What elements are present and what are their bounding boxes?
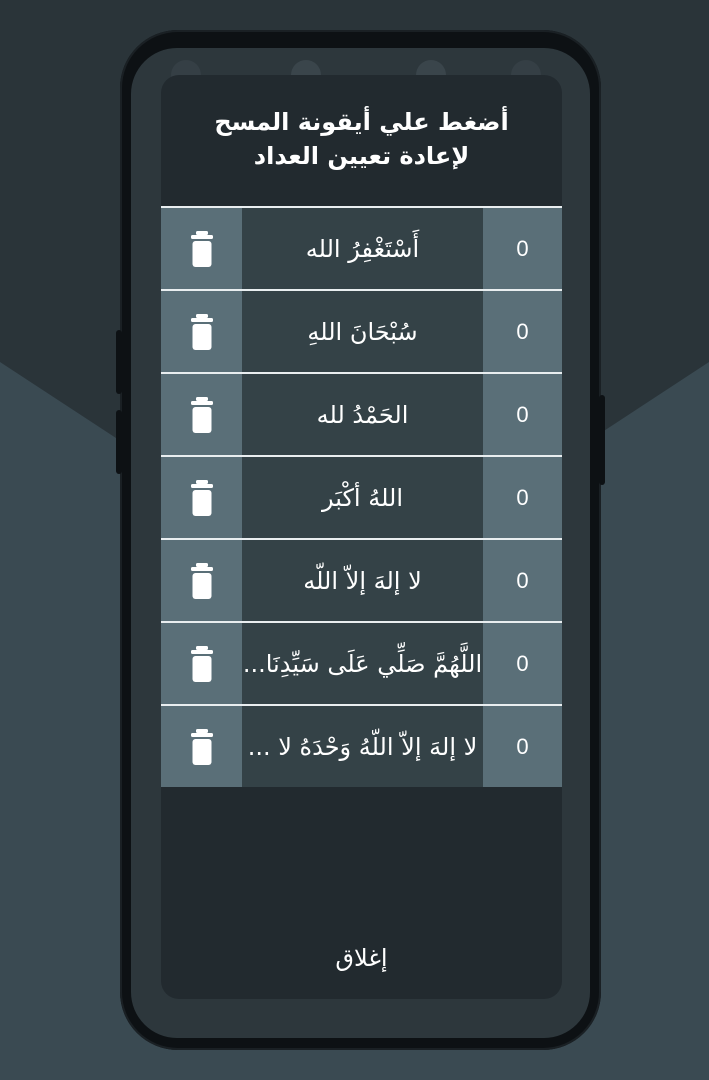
delete-button[interactable] [161,208,242,289]
counter-row: سُبْحَانَ اللهِ 0 [161,289,562,372]
phone-side-button [116,330,122,394]
dhikr-count: 0 [483,374,562,455]
trash-icon [190,728,213,765]
dhikr-text: سُبْحَانَ اللهِ [242,291,483,372]
counter-row: أَسْتَغْفِرُ الله 0 [161,206,562,289]
trash-icon [190,479,213,516]
dhikr-text: اللَّهُمَّ صَلِّي عَلَى سَيِّدِنَا... [242,623,483,704]
counter-row: لا إلهَ إلاّ اللّه 0 [161,538,562,621]
trash-icon [190,645,213,682]
trash-icon [190,313,213,350]
trash-icon [190,230,213,267]
dhikr-count: 0 [483,623,562,704]
reset-counter-dialog: أضغط علي أيقونة المسح لإعادة تعيين العدا… [161,75,562,999]
dhikr-text: أَسْتَغْفِرُ الله [242,208,483,289]
dhikr-count: 0 [483,706,562,787]
delete-button[interactable] [161,291,242,372]
counter-list: أَسْتَغْفِرُ الله 0 سُبْحَانَ اللهِ 0 ال… [161,206,562,787]
phone-side-button [599,395,605,485]
dhikr-text: لا إلهَ إلاّ اللّهُ وَحْدَهُ لا ... [242,706,483,787]
counter-row: اللَّهُمَّ صَلِّي عَلَى سَيِّدِنَا... 0 [161,621,562,704]
counter-row: لا إلهَ إلاّ اللّهُ وَحْدَهُ لا ... 0 [161,704,562,787]
counter-row: الحَمْدُ لله 0 [161,372,562,455]
delete-button[interactable] [161,706,242,787]
delete-button[interactable] [161,540,242,621]
dhikr-text: اللهُ أكْبَر [242,457,483,538]
counter-row: اللهُ أكْبَر 0 [161,455,562,538]
delete-button[interactable] [161,374,242,455]
dialog-title: أضغط علي أيقونة المسح لإعادة تعيين العدا… [214,108,509,170]
dhikr-count: 0 [483,208,562,289]
dialog-footer: إغلاق [161,916,562,999]
trash-icon [190,396,213,433]
dhikr-text: لا إلهَ إلاّ اللّه [242,540,483,621]
delete-button[interactable] [161,623,242,704]
phone-side-button [116,410,122,474]
close-button[interactable]: إغلاق [315,936,407,980]
delete-button[interactable] [161,457,242,538]
dhikr-count: 0 [483,540,562,621]
trash-icon [190,562,213,599]
dhikr-count: 0 [483,291,562,372]
dhikr-text: الحَمْدُ لله [242,374,483,455]
dhikr-count: 0 [483,457,562,538]
